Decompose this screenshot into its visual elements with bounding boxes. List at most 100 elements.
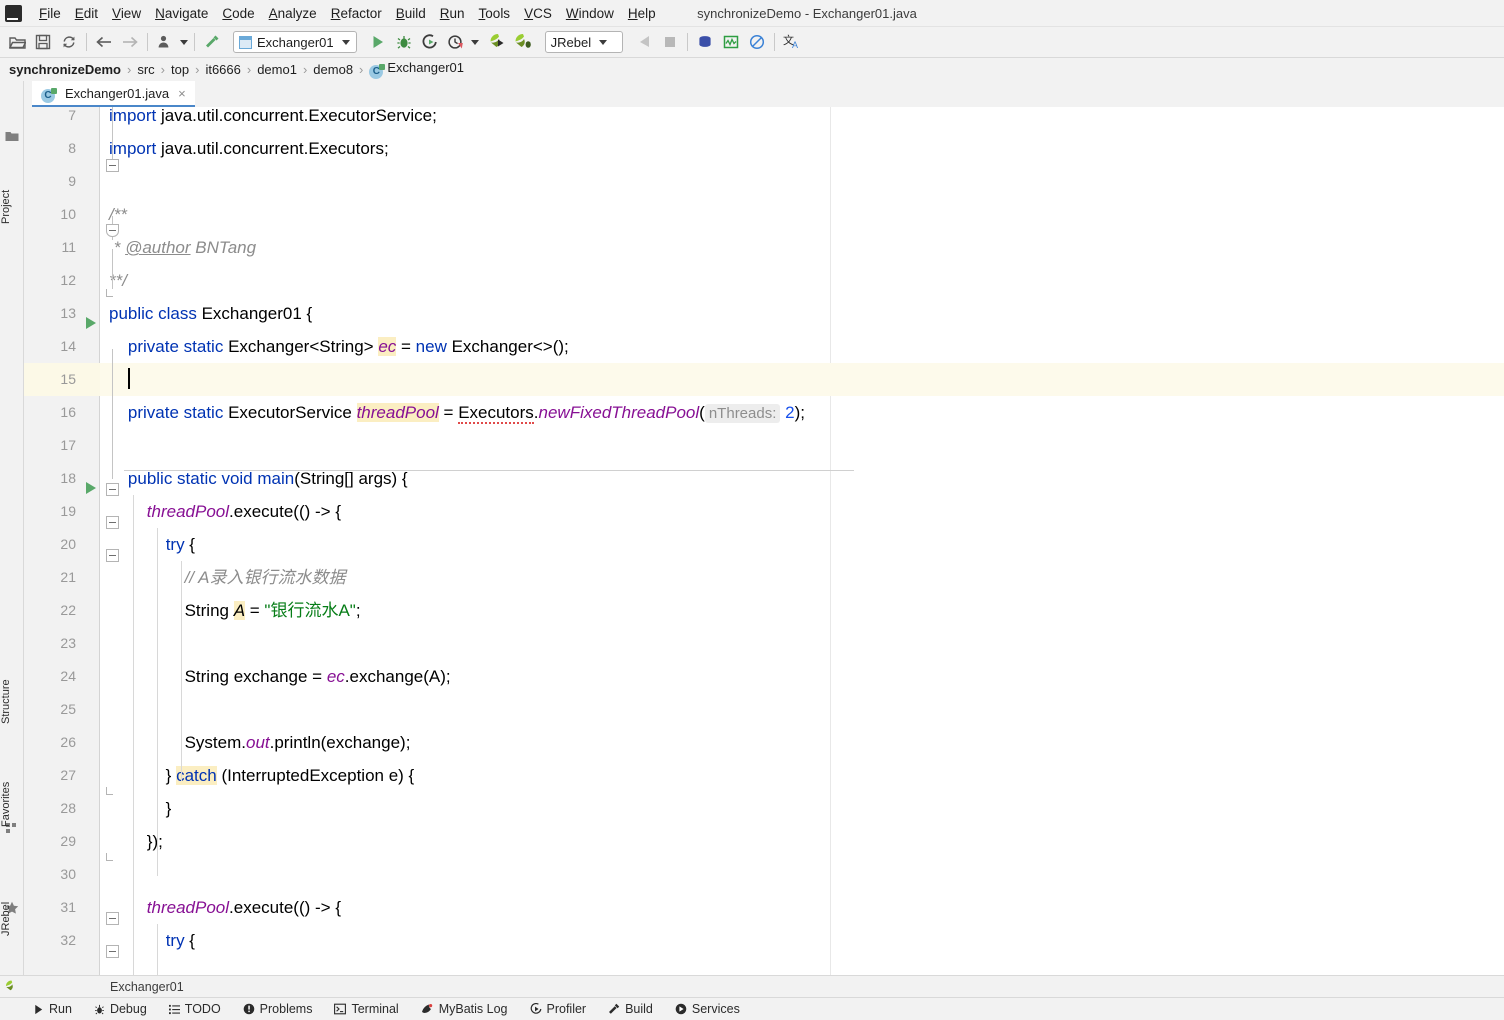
jrebel-selector[interactable]: JRebel — [544, 31, 623, 53]
profile-dropdown-caret-icon[interactable] — [469, 29, 481, 55]
code-line[interactable]: 11 * @author BNTang — [24, 231, 1504, 264]
breadcrumb-item-demo1[interactable]: demo1 — [257, 62, 297, 77]
fold-marker-imports[interactable] — [106, 159, 119, 172]
profile-clock-icon[interactable] — [443, 29, 469, 55]
code-editor[interactable]: 7 import java.util.concurrent.ExecutorSer… — [24, 107, 1504, 975]
run-gutter-icon-main[interactable] — [86, 482, 96, 494]
code-line[interactable]: 9 — [24, 165, 1504, 198]
fold-marker-lambda-2[interactable] — [106, 912, 119, 925]
menu-analyze[interactable]: Analyze — [262, 4, 324, 23]
code-line[interactable]: 10/** — [24, 198, 1504, 231]
breadcrumb-item-it6666[interactable]: it6666 — [205, 62, 240, 77]
fold-marker-lambda-1[interactable] — [106, 516, 119, 529]
code-line[interactable]: 29 }); — [24, 825, 1504, 858]
menu-navigate[interactable]: Navigate — [148, 4, 215, 23]
debug-bug-icon[interactable] — [391, 29, 417, 55]
arrow-back-icon[interactable] — [91, 29, 117, 55]
project-folder-icon[interactable] — [5, 129, 19, 143]
code-line[interactable]: 20 try { — [24, 528, 1504, 561]
code-line[interactable]: 23 — [24, 627, 1504, 660]
code-line[interactable]: 21 // A录入银行流水数据 — [24, 561, 1504, 594]
run-configuration-selector[interactable]: Exchanger01 — [233, 31, 357, 53]
code-line[interactable]: 22 String A = "银行流水A"; — [24, 594, 1504, 627]
code-line[interactable]: 27 } catch (InterruptedException e) { — [24, 759, 1504, 792]
status-tool-todo[interactable]: TODO — [158, 1002, 232, 1016]
code-line[interactable]: 18 public static void main(String[] args… — [24, 462, 1504, 495]
run-with-coverage-icon[interactable] — [417, 29, 443, 55]
jrebel-run-icon[interactable] — [485, 29, 511, 55]
menu-edit[interactable]: Edit — [68, 4, 105, 23]
fold-marker-main[interactable] — [106, 483, 119, 496]
menu-file[interactable]: File — [32, 4, 68, 23]
arrow-forward-icon[interactable] — [117, 29, 143, 55]
menu-help[interactable]: Help — [621, 4, 663, 23]
status-tool-profiler[interactable]: Profiler — [519, 1002, 598, 1016]
fold-marker-javadoc[interactable] — [106, 224, 119, 237]
activity-monitor-icon[interactable] — [718, 29, 744, 55]
code-line[interactable]: 15 — [24, 363, 1504, 396]
editor-tab-exchanger01[interactable]: C Exchanger01.java × — [32, 81, 195, 107]
sync-refresh-icon[interactable] — [56, 29, 82, 55]
status-tool-build[interactable]: Build — [597, 1002, 664, 1016]
bottom-breadcrumb-label[interactable]: Exchanger01 — [110, 980, 184, 994]
breadcrumb-item-src[interactable]: src — [137, 62, 154, 77]
vcs-user-icon[interactable] — [152, 29, 178, 55]
code-line[interactable]: 14 private static Exchanger<String> ec =… — [24, 330, 1504, 363]
status-tool-terminal[interactable]: Terminal — [323, 1002, 409, 1016]
terminal-icon — [334, 1003, 347, 1015]
menu-vcs[interactable]: VCS — [517, 4, 559, 23]
code-line[interactable]: 31 threadPool.execute(() -> { — [24, 891, 1504, 924]
code-line[interactable]: 26 System.out.println(exchange); — [24, 726, 1504, 759]
code-line[interactable]: 30 — [24, 858, 1504, 891]
sidebar-item-favorites[interactable]: Favorites — [0, 767, 24, 841]
menu-window[interactable]: Window — [559, 4, 621, 23]
database-icon[interactable] — [692, 29, 718, 55]
sidebar-item-structure[interactable]: Structure — [0, 665, 24, 739]
menu-tools[interactable]: Tools — [472, 4, 518, 23]
menu-view[interactable]: View — [105, 4, 148, 23]
run-gutter-icon-class[interactable] — [86, 317, 96, 329]
line-number: 7 — [68, 107, 76, 123]
run-play-icon[interactable] — [365, 29, 391, 55]
fold-marker-try-1[interactable] — [106, 549, 119, 562]
menu-build[interactable]: Build — [389, 4, 433, 23]
code-line[interactable]: 32 try { — [24, 924, 1504, 957]
fold-marker-lambda-1-end[interactable] — [106, 853, 113, 861]
save-disk-icon[interactable] — [30, 29, 56, 55]
code-line-text: private static Exchanger<String> ec = ne… — [127, 337, 569, 356]
code-line[interactable]: 13 public class Exchanger01 { — [24, 297, 1504, 330]
code-line[interactable]: 7 import java.util.concurrent.ExecutorSer… — [24, 107, 1504, 132]
status-tool-services[interactable]: Services — [664, 1002, 751, 1016]
status-tool-run[interactable]: Run — [22, 1002, 83, 1016]
jrebel-debug-icon[interactable] — [511, 29, 537, 55]
menu-run[interactable]: Run — [433, 4, 472, 23]
translate-icon[interactable]: 文A — [779, 29, 805, 55]
no-access-icon[interactable] — [744, 29, 770, 55]
code-line[interactable]: 25 — [24, 693, 1504, 726]
breadcrumb-item-demo8[interactable]: demo8 — [313, 62, 353, 77]
menu-code[interactable]: Code — [215, 4, 261, 23]
fold-marker-try-2[interactable] — [106, 945, 119, 958]
status-tool-problems[interactable]: Problems — [232, 1002, 324, 1016]
build-hammer-icon[interactable] — [199, 29, 225, 55]
fold-marker-catch-end[interactable] — [106, 787, 113, 795]
vcs-dropdown-caret-icon[interactable] — [178, 29, 190, 55]
fold-marker-javadoc-end[interactable] — [106, 289, 113, 297]
code-line[interactable]: 24 String exchange = ec.exchange(A); — [24, 660, 1504, 693]
code-line[interactable]: 8 import java.util.concurrent.Executors; — [24, 132, 1504, 165]
status-tool-mybatis-log[interactable]: MyBatis Log — [410, 1002, 519, 1016]
code-line[interactable]: 17 — [24, 429, 1504, 462]
sidebar-item-jrebel[interactable]: JRebel — [0, 891, 24, 947]
close-icon[interactable]: × — [178, 86, 186, 101]
menu-refactor[interactable]: Refactor — [324, 4, 389, 23]
code-line[interactable]: 19 threadPool.execute(() -> { — [24, 495, 1504, 528]
code-line[interactable]: 12 **/ — [24, 264, 1504, 297]
code-line[interactable]: 28 } — [24, 792, 1504, 825]
breadcrumb-item-exchanger01[interactable]: C Exchanger01 — [369, 60, 464, 79]
sidebar-item-project[interactable]: Project — [0, 179, 24, 235]
code-line[interactable]: 16 private static ExecutorService thread… — [24, 396, 1504, 429]
breadcrumb-item-top[interactable]: top — [171, 62, 189, 77]
open-folder-icon[interactable] — [4, 29, 30, 55]
status-tool-debug[interactable]: Debug — [83, 1002, 158, 1016]
breadcrumb-item-synchronizedemo[interactable]: synchronizeDemo — [9, 62, 121, 77]
